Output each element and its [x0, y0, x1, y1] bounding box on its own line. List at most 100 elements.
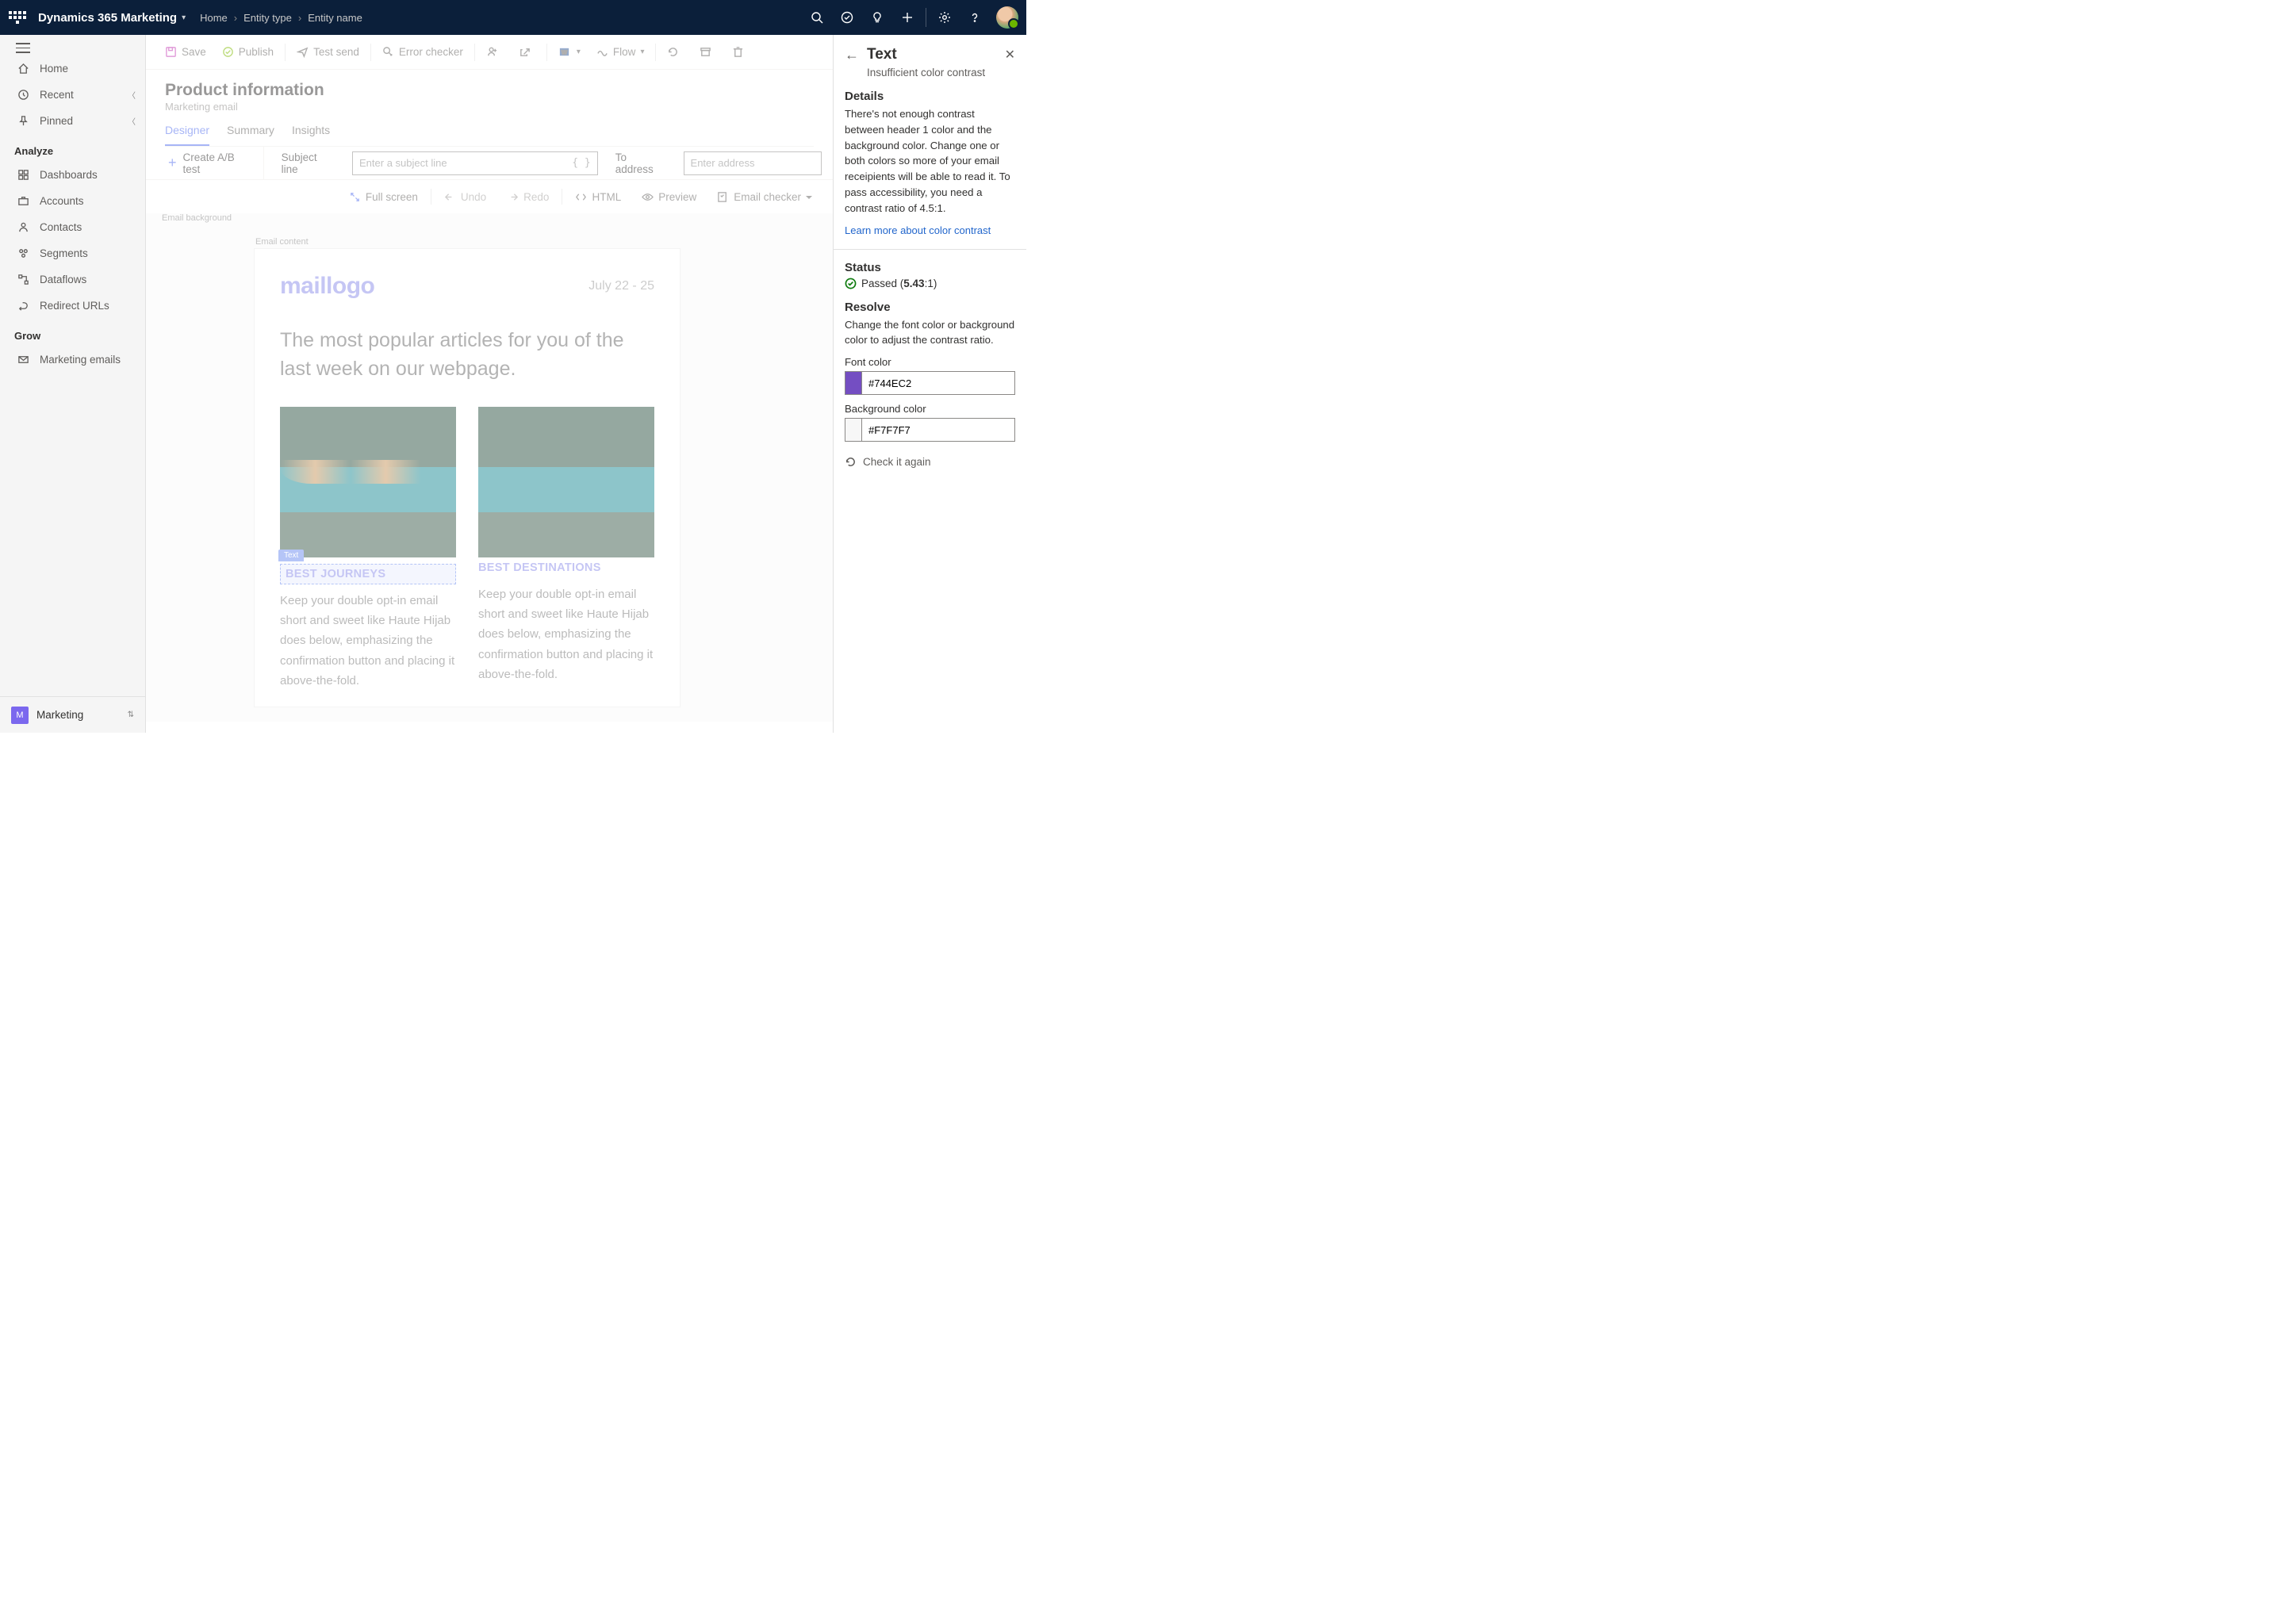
mail-icon: [14, 354, 32, 366]
word-button[interactable]: W▾: [550, 35, 589, 69]
task-icon[interactable]: [832, 0, 862, 35]
html-button[interactable]: HTML: [567, 180, 629, 213]
briefcase-icon: [14, 195, 32, 207]
to-address-input[interactable]: Enter address: [684, 151, 822, 175]
chevron-icon: 〈: [128, 115, 136, 127]
breadcrumb-item[interactable]: Home: [200, 12, 228, 24]
email-headline[interactable]: The most popular articles for you of the…: [280, 327, 654, 383]
nav-item-pinned[interactable]: Pinned 〈: [0, 108, 145, 134]
preview-button[interactable]: Preview: [634, 180, 704, 213]
canvas: Full screen Undo Redo HTML Preview Email…: [146, 180, 833, 733]
waffle-icon[interactable]: [8, 8, 27, 27]
bg-color-label: Background color: [845, 403, 1015, 415]
email-date[interactable]: July 22 - 25: [589, 279, 654, 293]
nav-item-home[interactable]: Home: [0, 56, 145, 82]
app-header: Dynamics 365 Marketing ▾ Home›Entity typ…: [0, 0, 1026, 35]
nav-item-dashboards[interactable]: Dashboards: [0, 162, 145, 188]
redo-button[interactable]: Redo: [499, 180, 557, 213]
close-button[interactable]: ✕: [1005, 47, 1015, 63]
font-color-swatch[interactable]: [845, 372, 861, 394]
personalize-icon[interactable]: { }: [572, 157, 590, 169]
check-again-button[interactable]: Check it again: [845, 456, 1015, 468]
create-ab-test-button[interactable]: +Create A/B test: [157, 147, 264, 179]
save-button[interactable]: Save: [157, 35, 214, 69]
add-icon[interactable]: [892, 0, 922, 35]
bg-color-input[interactable]: [845, 418, 1015, 442]
accessibility-panel: ← Text ✕ Insufficient color contrast Det…: [833, 35, 1026, 733]
search-icon[interactable]: [802, 0, 832, 35]
nav-item-redirect-urls[interactable]: Redirect URLs: [0, 293, 145, 319]
chevron-down-icon[interactable]: ▾: [182, 13, 186, 22]
article-tag[interactable]: BEST DESTINATIONS: [478, 557, 654, 578]
assign-button[interactable]: [478, 35, 511, 69]
font-color-input[interactable]: [845, 371, 1015, 395]
redirect-icon: [14, 300, 32, 312]
article-body[interactable]: Keep your double opt-in email short and …: [280, 591, 456, 691]
person-icon: [14, 221, 32, 233]
error-checker-button[interactable]: Error checker: [374, 35, 471, 69]
nav-label: Home: [40, 63, 68, 75]
lightbulb-icon[interactable]: [862, 0, 892, 35]
nav-heading: Grow: [0, 319, 145, 347]
svg-text:W: W: [562, 48, 568, 56]
article-image[interactable]: [280, 407, 456, 557]
clock-icon: [14, 89, 32, 101]
nav-item-segments[interactable]: Segments: [0, 240, 145, 266]
nav-label: Segments: [40, 247, 88, 259]
email-bg-label: Email background: [162, 213, 819, 223]
panel-subtitle: Insufficient color contrast: [867, 67, 1015, 79]
nav-item-recent[interactable]: Recent〈: [0, 82, 145, 108]
nav-heading: Analyze: [0, 134, 145, 162]
publish-button[interactable]: Publish: [214, 35, 282, 69]
learn-more-link[interactable]: Learn more about color contrast: [845, 224, 1015, 236]
subject-label: Subject line: [264, 151, 352, 175]
app-name[interactable]: Dynamics 365 Marketing: [38, 11, 177, 25]
nav-label: Pinned: [40, 115, 73, 127]
email-logo[interactable]: maillogo: [280, 273, 374, 300]
settings-icon[interactable]: [930, 0, 960, 35]
undo-button[interactable]: Undo: [436, 180, 494, 213]
email-checker-button[interactable]: Email checker: [709, 180, 820, 213]
canvas-toolbar: Full screen Undo Redo HTML Preview Email…: [146, 180, 833, 213]
tab-insights[interactable]: Insights: [292, 124, 330, 146]
help-icon[interactable]: [960, 0, 990, 35]
archive-button[interactable]: [692, 35, 724, 69]
nav-label: Dataflows: [40, 274, 86, 285]
delete-button[interactable]: [724, 35, 757, 69]
tab-summary[interactable]: Summary: [227, 124, 274, 146]
subject-input[interactable]: Enter a subject line{ }: [352, 151, 598, 175]
nav-label: Dashboards: [40, 169, 98, 181]
to-address-label: To address: [598, 151, 684, 175]
back-button[interactable]: ←: [845, 47, 859, 63]
refresh-button[interactable]: [659, 35, 692, 69]
share-button[interactable]: [511, 35, 543, 69]
article-body[interactable]: Keep your double opt-in email short and …: [478, 584, 654, 684]
email-background[interactable]: Email content maillogo July 22 - 25 The …: [160, 226, 819, 707]
bg-color-field[interactable]: [861, 419, 1014, 441]
email-column-left: Text BEST JOURNEYS Keep your double opt-…: [280, 407, 456, 691]
article-tag-selected[interactable]: BEST JOURNEYS: [280, 564, 456, 584]
hamburger-icon[interactable]: [16, 43, 30, 52]
fullscreen-button[interactable]: Full screen: [341, 180, 426, 213]
area-switcher[interactable]: M Marketing ⇅: [0, 696, 145, 733]
email-content[interactable]: maillogo July 22 - 25 The most popular a…: [254, 248, 681, 707]
nav-item-marketing-emails[interactable]: Marketing emails: [0, 347, 145, 373]
check-circle-icon: [845, 278, 857, 289]
nav-item-contacts[interactable]: Contacts: [0, 214, 145, 240]
page-title: Product information: [165, 81, 814, 100]
flow-button[interactable]: Flow▾: [589, 35, 653, 69]
page-header: Product information Marketing email Desi…: [146, 70, 833, 147]
bg-color-swatch[interactable]: [845, 419, 861, 441]
test-send-button[interactable]: Test send: [289, 35, 367, 69]
nav-item-dataflows[interactable]: Dataflows: [0, 266, 145, 293]
resolve-heading: Resolve: [845, 301, 1015, 314]
updown-icon: ⇅: [128, 710, 134, 719]
nav-item-accounts[interactable]: Accounts: [0, 188, 145, 214]
user-avatar[interactable]: [996, 6, 1018, 29]
segment-icon: [14, 247, 32, 259]
breadcrumb-item[interactable]: Entity name: [308, 12, 362, 24]
font-color-field[interactable]: [861, 372, 1014, 394]
tab-designer[interactable]: Designer: [165, 124, 209, 146]
article-image[interactable]: [478, 407, 654, 557]
breadcrumb-item[interactable]: Entity type: [243, 12, 292, 24]
